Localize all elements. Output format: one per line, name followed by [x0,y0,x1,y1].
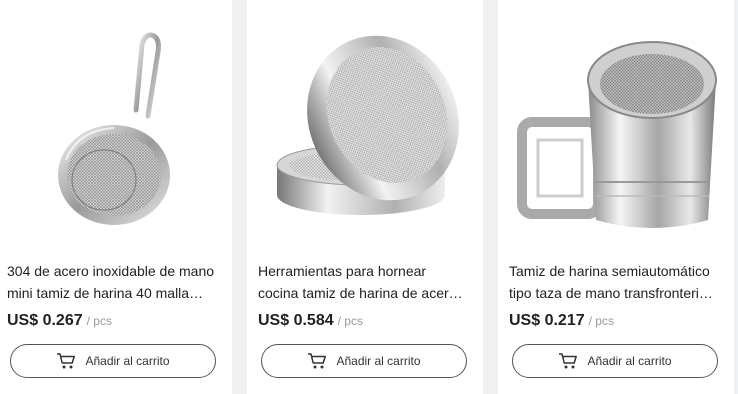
product-card[interactable]: Herramientas para hornear cocina tamiz d… [247,0,483,394]
product-price: US$ 0.267/ pcs [7,312,112,330]
cart-icon [56,352,76,370]
product-title[interactable]: 304 de acero inoxidable de mano mini tam… [7,260,217,304]
price-amount: US$ 0.584 [258,312,334,329]
product-card[interactable]: Tamiz de harina semiautomático tipo taza… [498,0,734,394]
product-price: US$ 0.584/ pcs [258,312,363,330]
product-image[interactable] [498,0,734,250]
add-to-cart-button[interactable]: Añadir al carrito [512,344,718,378]
product-image[interactable] [0,0,232,250]
price-unit: / pcs [337,314,363,328]
handheld-strainer-image [58,32,170,225]
product-price: US$ 0.217/ pcs [509,312,614,330]
product-title[interactable]: Herramientas para hornear cocina tamiz d… [258,260,468,304]
product-title[interactable]: Tamiz de harina semiautomático tipo taza… [509,260,719,304]
cup-sifter-image [517,41,717,228]
price-unit: / pcs [86,314,112,328]
cart-icon [307,352,327,370]
product-image[interactable] [247,0,483,250]
price-amount: US$ 0.267 [7,312,83,329]
price-unit: / pcs [588,314,614,328]
add-to-cart-label: Añadir al carrito [587,354,672,368]
cart-icon [558,352,578,370]
price-amount: US$ 0.217 [509,312,585,329]
round-sieve-image [276,35,459,215]
add-to-cart-button[interactable]: Añadir al carrito [10,344,216,378]
add-to-cart-button[interactable]: Añadir al carrito [261,344,467,378]
add-to-cart-label: Añadir al carrito [336,354,421,368]
add-to-cart-label: Añadir al carrito [85,354,170,368]
product-card[interactable]: 304 de acero inoxidable de mano mini tam… [0,0,232,394]
